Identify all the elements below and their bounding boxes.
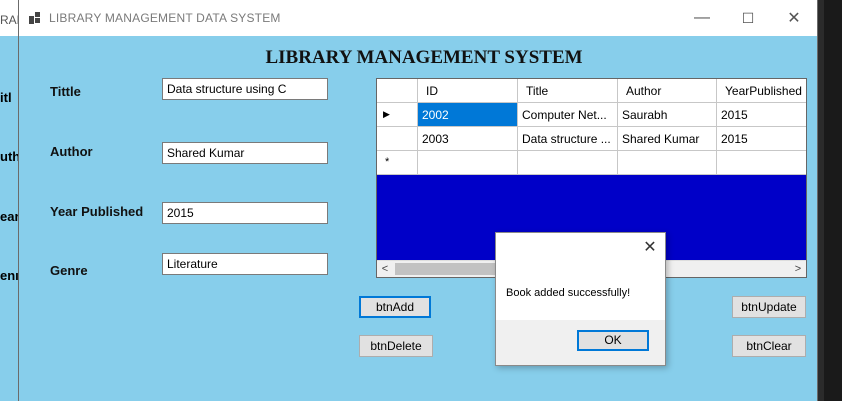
table-cell-author[interactable]: Shared Kumar [618, 127, 717, 151]
title-bar[interactable]: LIBRARY MANAGEMENT DATA SYSTEM — ☐ ✕ [19, 0, 817, 36]
title-input[interactable]: Data structure using C [162, 78, 328, 100]
dialog-footer: OK [496, 320, 665, 365]
author-input[interactable]: Shared Kumar [162, 142, 328, 164]
table-cell-id[interactable]: 2003 [418, 127, 518, 151]
close-button[interactable]: ✕ [771, 0, 817, 36]
dialog-close-icon[interactable]: ✕ [639, 237, 661, 259]
grid-corner-header [377, 79, 418, 103]
background-window-titlebar: RAF [0, 0, 24, 36]
table-cell-yearpublished[interactable] [717, 151, 806, 175]
table-row[interactable]: 2003 Data structure ... Shared Kumar 201… [377, 127, 806, 151]
table-cell-yearpublished[interactable]: 2015 [717, 127, 806, 151]
window-title: LIBRARY MANAGEMENT DATA SYSTEM [49, 11, 281, 25]
scroll-left-icon[interactable]: < [377, 261, 393, 277]
new-row[interactable]: * [377, 151, 806, 175]
table-cell-title[interactable]: Data structure ... [518, 127, 618, 151]
scroll-right-icon[interactable]: > [790, 261, 806, 277]
genre-label: Genre [50, 263, 88, 278]
table-cell-id[interactable] [418, 151, 518, 175]
genre-input[interactable]: Literature [162, 253, 328, 275]
new-row-asterisk-icon[interactable]: * [377, 151, 418, 175]
background-label-genre: enı [0, 268, 19, 283]
table-cell-author[interactable]: Saurabh [618, 103, 717, 127]
background-right-edge [818, 0, 842, 401]
table-cell-title[interactable] [518, 151, 618, 175]
main-window: LIBRARY MANAGEMENT DATA SYSTEM — ☐ ✕ LIB… [18, 0, 818, 401]
table-cell-title[interactable]: Computer Net... [518, 103, 618, 127]
clear-button[interactable]: btnClear [732, 335, 806, 357]
column-header-author[interactable]: Author [618, 79, 717, 103]
row-indicator-icon[interactable]: ▶ [377, 103, 418, 127]
column-header-title[interactable]: Title [518, 79, 618, 103]
update-button[interactable]: btnUpdate [732, 296, 806, 318]
add-button[interactable]: btnAdd [359, 296, 431, 318]
maximize-button[interactable]: ☐ [725, 0, 771, 36]
author-label: Author [50, 144, 93, 159]
table-cell-id[interactable]: 2002 [418, 103, 518, 127]
background-label-year: ear [0, 209, 20, 224]
message-dialog: ✕ Book added successfully! OK [495, 232, 666, 366]
delete-button[interactable]: btnDelete [359, 335, 433, 357]
table-cell-yearpublished[interactable]: 2015 [717, 103, 806, 127]
grid-header-row: ID Title Author YearPublished [377, 79, 806, 103]
table-cell-author[interactable] [618, 151, 717, 175]
year-published-label: Year Published [50, 204, 144, 219]
app-icon [29, 12, 41, 24]
row-indicator[interactable] [377, 127, 418, 151]
minimize-button[interactable]: — [679, 0, 725, 36]
background-window-strip: RAF itl uth ear enı [0, 0, 24, 401]
table-row[interactable]: ▶ 2002 Computer Net... Saurabh 2015 [377, 103, 806, 127]
page-title: LIBRARY MANAGEMENT SYSTEM [265, 47, 583, 68]
background-label-title: itl [0, 90, 12, 105]
column-header-yearpublished[interactable]: YearPublished [717, 79, 806, 103]
dialog-message: Book added successfully! [506, 287, 631, 299]
year-published-input[interactable]: 2015 [162, 202, 328, 224]
column-header-id[interactable]: ID [418, 79, 518, 103]
title-label: Tittle [50, 84, 81, 99]
ok-button[interactable]: OK [577, 330, 649, 351]
